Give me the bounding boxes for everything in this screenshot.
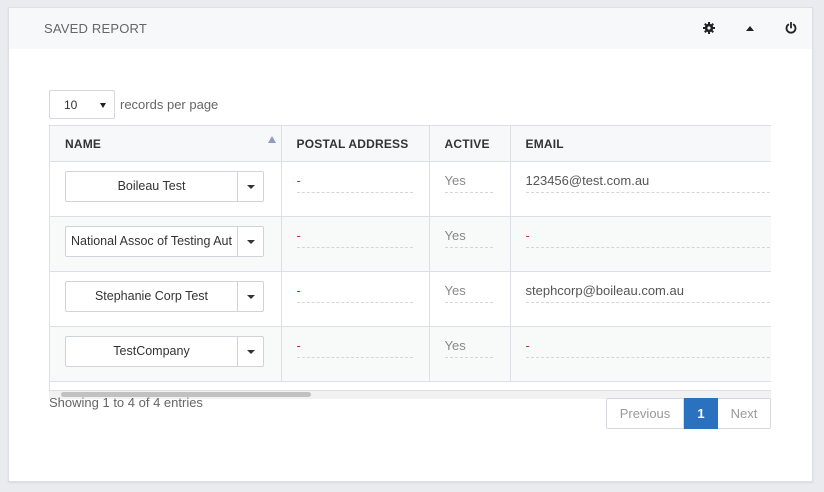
pagination: Previous 1 Next [606,398,771,429]
email-cell: 123456@test.com.au [510,161,771,217]
email-value[interactable]: - [525,228,771,248]
panel-title: SAVED REPORT [44,21,148,36]
name-cell: TestCompany [50,326,282,382]
page-1-button[interactable]: 1 [684,398,718,429]
previous-page-button[interactable]: Previous [606,398,684,429]
record-split-button: TestCompany [65,336,264,367]
postal-address-cell: - [281,271,430,327]
report-table: NAME POSTAL ADDRESS ACTIVE EMAIL Boileau… [50,125,771,382]
next-page-button[interactable]: Next [718,398,771,429]
postal-address-value[interactable]: - [296,283,413,303]
caret-down-icon [247,350,255,354]
email-cell: stephcorp@boileau.com.au [510,271,771,327]
email-value[interactable]: 123456@test.com.au [525,173,771,193]
record-split-button: Stephanie Corp Test [65,281,264,312]
record-name-button[interactable]: TestCompany [65,336,238,367]
column-header-label: NAME [65,136,102,151]
records-per-page-select[interactable]: 10 [49,90,115,119]
active-cell: Yes [429,161,511,217]
record-split-button: Boileau Test [65,171,264,202]
table-header-row: NAME POSTAL ADDRESS ACTIVE EMAIL [50,125,771,162]
table-row: National Assoc of Testing Aut - Yes - [50,216,771,272]
caret-down-icon [247,185,255,189]
panel-header: SAVED REPORT [9,8,812,49]
record-dropdown-toggle[interactable] [238,336,264,367]
record-name-button[interactable]: National Assoc of Testing Aut [65,226,238,257]
active-cell: Yes [429,271,511,327]
name-cell: Boileau Test [50,161,282,217]
postal-address-cell: - [281,161,430,217]
postal-address-cell: - [281,216,430,272]
caret-down-icon [247,295,255,299]
postal-address-value[interactable]: - [296,338,413,358]
record-name-button[interactable]: Boileau Test [65,171,238,202]
record-dropdown-toggle[interactable] [238,226,264,257]
records-per-page-value: 10 [64,98,78,112]
name-cell: National Assoc of Testing Aut [50,216,282,272]
record-split-button: National Assoc of Testing Aut [65,226,264,257]
report-table-wrapper: NAME POSTAL ADDRESS ACTIVE EMAIL Boileau… [49,125,771,391]
record-name-button[interactable]: Stephanie Corp Test [65,281,238,312]
active-value[interactable]: Yes [444,283,493,303]
table-row: Boileau Test - Yes 123456@test.com.au [50,161,771,217]
email-cell: - [510,326,771,382]
caret-down-icon [247,240,255,244]
table-row: Stephanie Corp Test - Yes stephcorp@boil… [50,271,771,327]
postal-address-cell: - [281,326,430,382]
email-cell: - [510,216,771,272]
caret-down-icon [100,103,106,108]
caret-up-icon[interactable] [742,20,758,36]
column-header-name[interactable]: NAME [50,125,282,162]
column-header-postal-address[interactable]: POSTAL ADDRESS [281,125,430,162]
active-value[interactable]: Yes [444,228,493,248]
active-cell: Yes [429,326,511,382]
email-value[interactable]: stephcorp@boileau.com.au [525,283,771,303]
postal-address-value[interactable]: - [296,173,413,193]
column-header-active[interactable]: ACTIVE [429,125,511,162]
table-row: TestCompany - Yes - [50,326,771,382]
gear-icon[interactable] [701,20,717,36]
active-value[interactable]: Yes [444,338,493,358]
record-dropdown-toggle[interactable] [238,171,264,202]
records-per-page-label: records per page [120,97,219,112]
active-cell: Yes [429,216,511,272]
column-header-email[interactable]: EMAIL [510,125,771,162]
email-value[interactable]: - [525,338,771,358]
postal-address-value[interactable]: - [296,228,413,248]
table-info: Showing 1 to 4 of 4 entries [49,395,203,410]
power-icon[interactable] [783,20,799,36]
sort-ascending-icon [267,136,276,143]
active-value[interactable]: Yes [444,173,493,193]
name-cell: Stephanie Corp Test [50,271,282,327]
saved-report-panel: SAVED REPORT 10 records per page NAME PO… [8,7,813,482]
records-length-control: 10 records per page [49,90,218,119]
record-dropdown-toggle[interactable] [238,281,264,312]
